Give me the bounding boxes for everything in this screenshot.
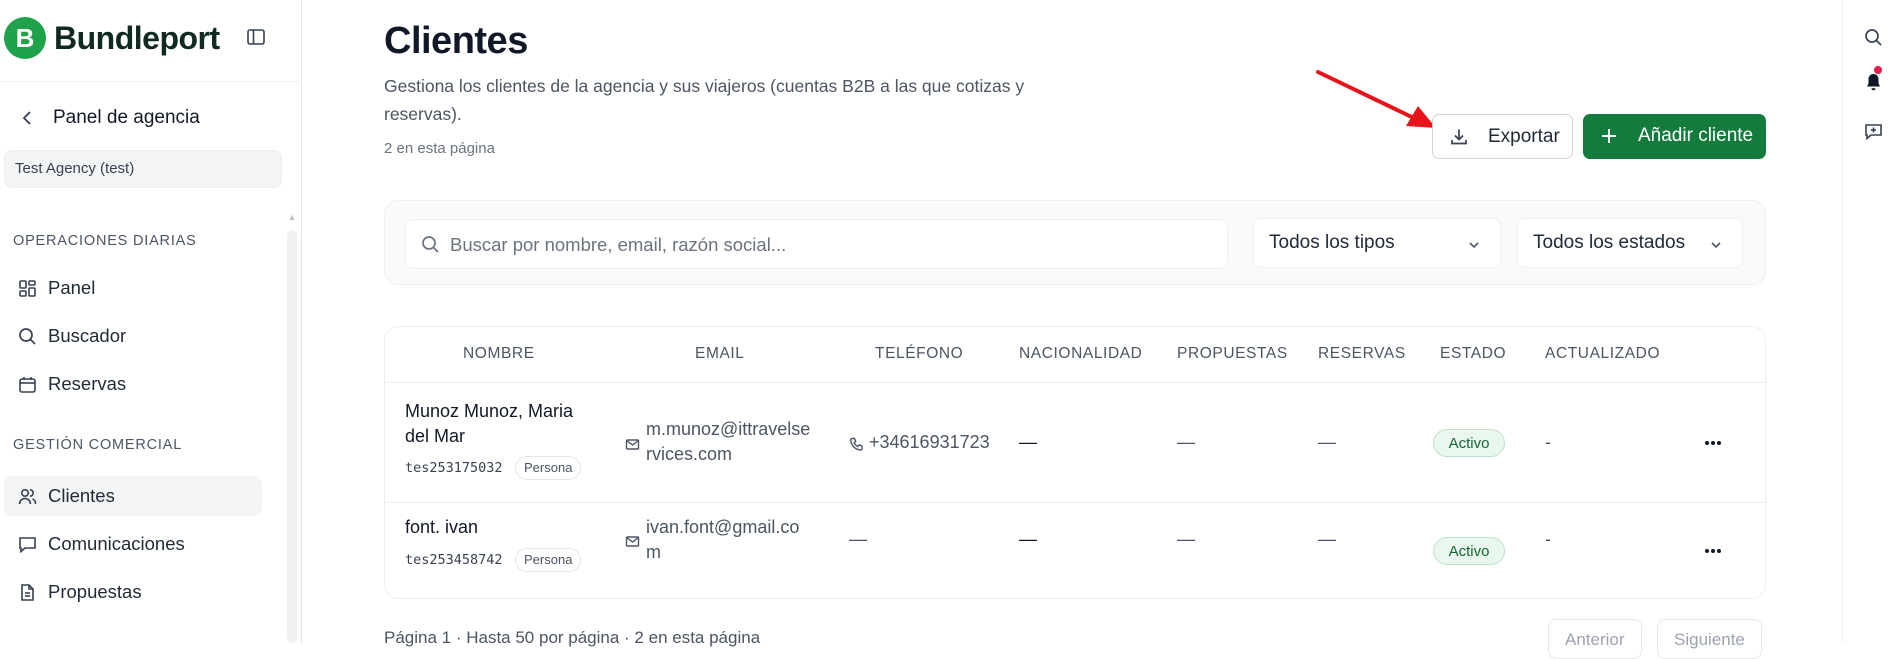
sidebar-item-panel[interactable]: Panel xyxy=(4,268,262,308)
export-label: Exportar xyxy=(1488,126,1560,147)
sidebar-toggle-icon[interactable] xyxy=(246,27,266,47)
back-to-panel-label: Panel de agencia xyxy=(53,107,200,128)
column-header-telefono[interactable]: TELÉFONO xyxy=(875,345,963,363)
sidebar-item-label: Reservas xyxy=(48,373,127,394)
section-title-operations: OPERACIONES DIARIAS xyxy=(13,233,197,249)
client-type-badge: Persona xyxy=(515,456,582,480)
column-header-reservas[interactable]: RESERVAS xyxy=(1318,345,1406,363)
page-description: Gestiona los clientes de la agencia y su… xyxy=(384,76,1025,124)
dashboard-icon xyxy=(18,279,37,298)
plus-icon xyxy=(1599,126,1619,146)
chevron-down-icon xyxy=(1710,239,1722,251)
search-icon xyxy=(18,327,37,346)
table-row[interactable]: font. ivan tes253458742 Persona ivan.fon… xyxy=(385,503,1765,598)
client-proposals: — xyxy=(1177,529,1195,549)
add-client-label: Añadir cliente xyxy=(1638,125,1754,146)
column-header-actualizado[interactable]: ACTUALIZADO xyxy=(1545,345,1660,363)
right-toolbar xyxy=(1842,0,1897,643)
sidebar-item-label: Panel xyxy=(48,277,96,298)
search-icon xyxy=(421,235,440,254)
download-icon xyxy=(1449,127,1469,147)
client-code: tes253458742 xyxy=(405,552,503,568)
bell-icon[interactable] xyxy=(1864,72,1883,92)
document-icon xyxy=(18,583,37,602)
sidebar-item-label: Propuestas xyxy=(48,581,142,602)
table-row[interactable]: Munoz Munoz, Maria del Mar tes253175032 … xyxy=(385,383,1765,503)
search-field[interactable] xyxy=(405,219,1228,269)
next-page-button[interactable]: Siguiente xyxy=(1657,619,1762,659)
client-email[interactable]: m.munoz@ittravelservices.com xyxy=(646,417,811,467)
client-email[interactable]: ivan.font@gmail.com xyxy=(646,515,811,565)
client-phone: +34616931723 xyxy=(869,432,990,452)
logo-icon: B xyxy=(4,17,46,59)
client-phone: — xyxy=(849,529,867,549)
chevron-left-icon xyxy=(19,109,37,127)
chevron-down-icon xyxy=(1468,239,1480,251)
client-nationality: — xyxy=(1019,529,1037,549)
client-proposals: — xyxy=(1177,432,1195,452)
sidebar-item-comunicaciones[interactable]: Comunicaciones xyxy=(4,524,262,564)
more-options-icon[interactable] xyxy=(1703,542,1723,560)
column-header-email[interactable]: EMAIL xyxy=(695,345,745,363)
brand-name: Bundleport xyxy=(54,20,220,56)
search-icon[interactable] xyxy=(1864,28,1883,47)
client-nationality: — xyxy=(1019,432,1037,452)
notification-dot xyxy=(1874,66,1882,74)
mail-icon xyxy=(625,534,640,549)
brand-header: B Bundleport xyxy=(0,0,302,82)
sidebar-item-label: Clientes xyxy=(48,485,115,506)
page-count: 2 en esta página xyxy=(384,140,495,157)
status-select[interactable]: Todos los estados xyxy=(1517,218,1743,268)
client-type-badge: Persona xyxy=(515,548,582,572)
phone-icon xyxy=(849,437,864,452)
clients-table: NOMBRE EMAIL TELÉFONO NACIONALIDAD PROPU… xyxy=(384,326,1766,599)
add-client-button[interactable]: Añadir cliente xyxy=(1583,114,1766,159)
previous-page-button[interactable]: Anterior xyxy=(1548,619,1642,659)
client-bookings: — xyxy=(1318,529,1336,549)
sidebar-item-propuestas[interactable]: Propuestas xyxy=(4,572,262,612)
pagination-info: Página 1 · Hasta 50 por página · 2 en es… xyxy=(384,628,761,647)
client-bookings: — xyxy=(1318,432,1336,452)
annotation-arrow-icon xyxy=(1316,70,1436,128)
client-updated: - xyxy=(1545,529,1551,549)
filter-bar: Todos los tipos Todos los estados xyxy=(384,200,1766,285)
status-badge: Activo xyxy=(1433,537,1505,565)
page-title: Clientes xyxy=(384,20,528,62)
type-select[interactable]: Todos los tipos xyxy=(1253,218,1501,268)
column-header-nacionalidad[interactable]: NACIONALIDAD xyxy=(1019,345,1142,363)
sidebar-item-buscador[interactable]: Buscador xyxy=(4,316,262,356)
client-name[interactable]: Munoz Munoz, Maria del Mar xyxy=(405,399,595,449)
column-header-nombre[interactable]: NOMBRE xyxy=(463,345,535,363)
sidebar-item-label: Comunicaciones xyxy=(48,533,185,554)
column-header-propuestas[interactable]: PROPUESTAS xyxy=(1177,345,1288,363)
sidebar-scrollbar[interactable] xyxy=(287,230,297,643)
client-code: tes253175032 xyxy=(405,460,503,476)
agency-selector[interactable]: Test Agency (test) xyxy=(4,150,282,188)
scroll-up-icon[interactable]: ▲ xyxy=(287,212,297,222)
export-button[interactable]: Exportar xyxy=(1432,114,1573,159)
status-select-value: Todos los estados xyxy=(1533,232,1686,253)
type-select-value: Todos los tipos xyxy=(1269,232,1395,253)
mail-icon xyxy=(625,437,640,452)
sidebar: B Bundleport Panel de agencia Test Agenc… xyxy=(0,0,302,643)
feedback-icon[interactable] xyxy=(1864,122,1883,141)
users-icon xyxy=(18,487,37,506)
section-title-commercial: GESTIÓN COMERCIAL xyxy=(13,437,183,453)
column-header-estado[interactable]: ESTADO xyxy=(1440,345,1506,363)
search-input[interactable] xyxy=(450,232,1210,258)
back-to-panel-link[interactable]: Panel de agencia xyxy=(0,100,302,136)
calendar-icon xyxy=(18,375,37,394)
sidebar-item-reservas[interactable]: Reservas xyxy=(4,364,262,404)
sidebar-item-clientes[interactable]: Clientes xyxy=(4,476,262,516)
status-badge: Activo xyxy=(1433,429,1505,457)
client-updated: - xyxy=(1545,432,1551,452)
client-name[interactable]: font. ivan xyxy=(405,515,595,540)
chat-icon xyxy=(18,535,37,554)
more-options-icon[interactable] xyxy=(1703,434,1723,452)
sidebar-item-label: Buscador xyxy=(48,325,127,346)
